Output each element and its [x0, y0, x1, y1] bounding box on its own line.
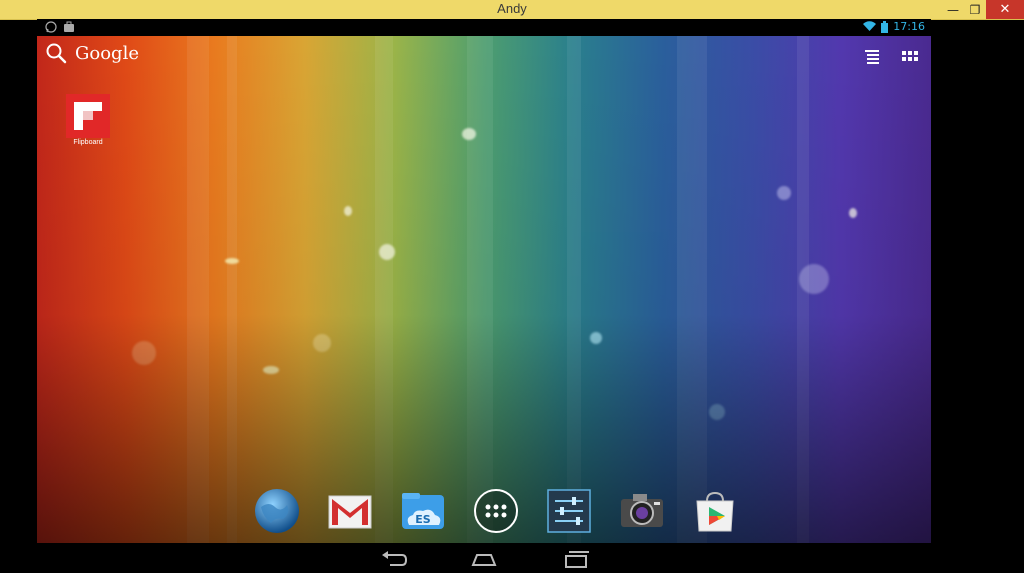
nav-home[interactable] — [467, 549, 501, 569]
play-store-icon — [696, 491, 734, 532]
maximize-button[interactable]: ❐ — [962, 0, 988, 19]
navigation-bar — [37, 543, 931, 573]
app-drawer-icon[interactable] — [901, 47, 919, 65]
home-icon — [471, 554, 497, 566]
all-apps-icon — [474, 489, 518, 533]
briefcase-icon — [64, 21, 74, 32]
status-bar: 17:16 — [37, 19, 931, 36]
dock: ES — [251, 483, 741, 539]
close-button[interactable]: ✕ — [986, 0, 1024, 19]
dock-browser[interactable] — [251, 485, 303, 537]
battery-icon — [881, 20, 889, 33]
back-icon — [382, 551, 408, 566]
dock-gmail[interactable] — [324, 485, 376, 537]
dock-camera[interactable] — [616, 485, 668, 537]
whatsapp-icon — [45, 21, 57, 33]
nav-back[interactable] — [377, 549, 411, 569]
dock-es-file-explorer[interactable]: ES — [397, 485, 449, 537]
shortcut-label: Flipboard — [73, 139, 103, 146]
dock-play-store[interactable] — [689, 485, 741, 537]
svg-text:ES: ES — [415, 513, 431, 526]
window-title: Andy — [497, 1, 527, 16]
window-titlebar: Andy — ❐ ✕ — [0, 0, 1024, 20]
browser-icon — [255, 489, 299, 533]
search-label: Google — [75, 42, 139, 64]
es-file-explorer-icon: ES — [402, 493, 444, 529]
voice-list-icon[interactable] — [863, 47, 881, 65]
wifi-icon — [863, 21, 877, 31]
shortcut-flipboard[interactable]: Flipboard — [65, 94, 111, 146]
dock-all-apps[interactable] — [470, 485, 522, 537]
google-search-bar[interactable]: Google — [45, 42, 139, 64]
nav-recent-apps[interactable] — [559, 549, 593, 569]
camera-icon — [621, 494, 663, 527]
home-screen: Google Flipboard ES — [37, 36, 931, 543]
search-icon — [46, 43, 67, 64]
status-time: 17:16 — [893, 20, 925, 33]
flipboard-icon — [66, 94, 110, 138]
gmail-icon — [328, 495, 372, 529]
dock-settings[interactable] — [543, 485, 595, 537]
settings-icon — [547, 489, 591, 533]
recent-apps-icon — [565, 551, 589, 568]
